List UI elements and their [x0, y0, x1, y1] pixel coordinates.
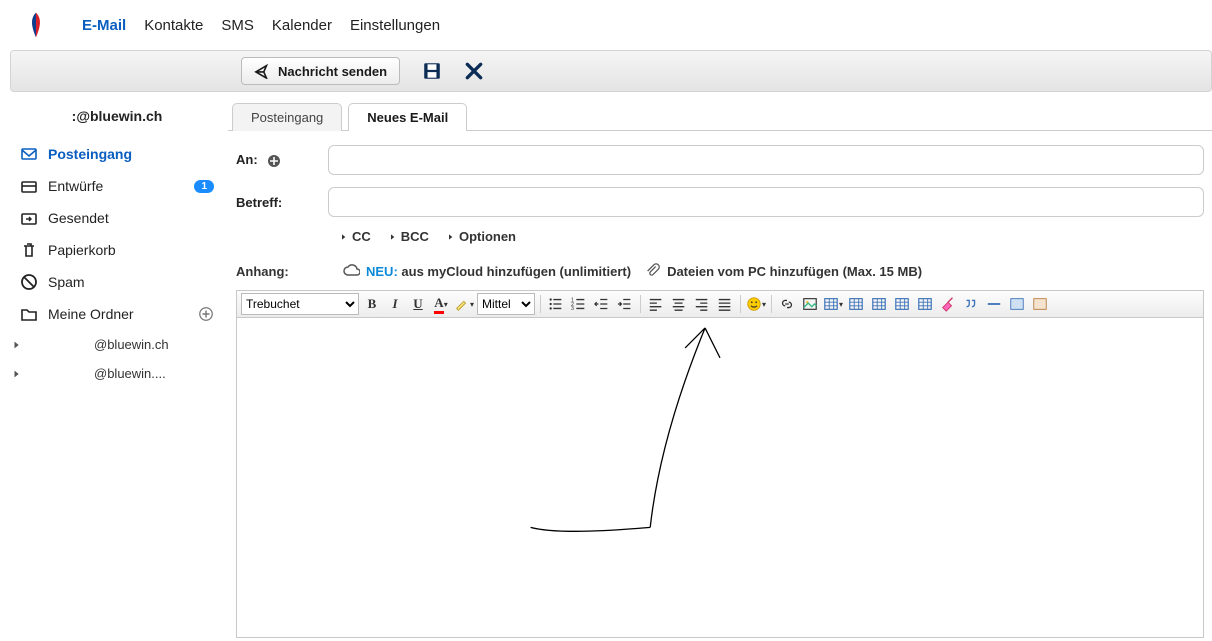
caret-right-icon: [12, 340, 22, 350]
sidebar-item-label: Spam: [48, 274, 85, 290]
top-nav: E-Mail Kontakte SMS Kalender Einstellung…: [0, 0, 1212, 50]
underline-button[interactable]: U: [408, 294, 428, 314]
font-size-select[interactable]: Mittel: [477, 293, 535, 315]
attachment-label: Anhang:: [236, 264, 328, 279]
sidebar-item-label: Posteingang: [48, 146, 132, 162]
caret-right-icon: [447, 233, 455, 241]
emoji-button[interactable]: ▾: [746, 294, 766, 314]
caret-right-icon: [340, 233, 348, 241]
hr-button[interactable]: [984, 294, 1004, 314]
template-button[interactable]: [1007, 294, 1027, 314]
align-justify-button[interactable]: [715, 294, 735, 314]
nav-sms[interactable]: SMS: [221, 17, 254, 34]
source-button[interactable]: [1030, 294, 1050, 314]
sidebar-subaccount-1[interactable]: @bluewin.ch: [12, 330, 218, 359]
editor-toolbar: Trebuchet B I U A▾ ▾ Mittel ▾: [236, 290, 1204, 318]
inbox-icon: [20, 145, 38, 163]
sidebar-item-trash[interactable]: Papierkorb: [16, 234, 218, 266]
highlighter-icon: [454, 296, 470, 312]
sidebar: :@bluewin.ch Posteingang Entwürfe 1 Gese…: [0, 92, 228, 638]
drafts-count-badge: 1: [194, 180, 214, 193]
annotation-scribble: [237, 318, 1203, 637]
sidebar-item-inbox[interactable]: Posteingang: [16, 138, 218, 170]
discard-button[interactable]: [464, 61, 484, 81]
sidebar-item-spam[interactable]: Spam: [16, 266, 218, 298]
tabs: Posteingang Neues E-Mail: [228, 102, 1212, 131]
subaccount-label: @bluewin....: [94, 366, 166, 381]
paperclip-icon: [645, 263, 661, 279]
sidebar-item-myfolders[interactable]: Meine Ordner: [16, 298, 218, 330]
to-label: An:: [236, 152, 328, 168]
cc-toggle[interactable]: CC: [340, 229, 371, 244]
main-area: Posteingang Neues E-Mail An: Betreff: CC…: [228, 92, 1212, 638]
font-family-select[interactable]: Trebuchet: [241, 293, 359, 315]
outdent-button[interactable]: [592, 294, 612, 314]
to-input[interactable]: [328, 145, 1204, 175]
caret-right-icon: [12, 369, 22, 379]
insert-image-button[interactable]: [800, 294, 820, 314]
sidebar-item-drafts[interactable]: Entwürfe 1: [16, 170, 218, 202]
folder-icon: [20, 305, 38, 323]
subaccount-label: @bluewin.ch: [94, 337, 169, 352]
sidebar-item-label: Gesendet: [48, 210, 109, 226]
options-toggle[interactable]: Optionen: [447, 229, 516, 244]
bullet-list-button[interactable]: [546, 294, 566, 314]
trash-icon: [20, 241, 38, 259]
caret-right-icon: [389, 233, 397, 241]
highlight-color-button[interactable]: ▾: [454, 294, 474, 314]
send-button-label: Nachricht senden: [278, 64, 387, 79]
compose-pane: An: Betreff: CC BCC Optionen Anhang: NEU…: [228, 131, 1212, 638]
swisscom-logo-icon: [22, 11, 50, 39]
text-color-button[interactable]: A▾: [431, 294, 451, 314]
spam-icon: [20, 273, 38, 291]
blockquote-button[interactable]: [961, 294, 981, 314]
remove-format-button[interactable]: [938, 294, 958, 314]
add-folder-button[interactable]: [198, 306, 214, 322]
indent-button[interactable]: [615, 294, 635, 314]
number-list-button[interactable]: [569, 294, 589, 314]
insert-col-button[interactable]: [869, 294, 889, 314]
align-center-button[interactable]: [669, 294, 689, 314]
redacted-name: [28, 367, 88, 381]
sidebar-item-label: Meine Ordner: [48, 306, 134, 322]
align-left-button[interactable]: [646, 294, 666, 314]
add-from-mycloud-button[interactable]: NEU: aus myCloud hinzufügen (unlimitiert…: [342, 262, 631, 280]
send-icon: [254, 63, 270, 79]
nav-contacts[interactable]: Kontakte: [144, 17, 203, 34]
sidebar-item-label: Papierkorb: [48, 242, 116, 258]
delete-row-button[interactable]: [892, 294, 912, 314]
save-draft-button[interactable]: [422, 61, 442, 81]
account-header: :@bluewin.ch: [16, 108, 218, 124]
italic-button[interactable]: I: [385, 294, 405, 314]
sent-icon: [20, 209, 38, 227]
sidebar-item-label: Entwürfe: [48, 178, 103, 194]
subject-label: Betreff:: [236, 195, 328, 210]
add-recipient-button[interactable]: [267, 154, 281, 168]
send-message-button[interactable]: Nachricht senden: [241, 57, 400, 85]
action-bar: Nachricht senden: [10, 50, 1212, 92]
insert-row-button[interactable]: [846, 294, 866, 314]
sidebar-item-sent[interactable]: Gesendet: [16, 202, 218, 234]
align-right-button[interactable]: [692, 294, 712, 314]
nav-calendar[interactable]: Kalender: [272, 17, 332, 34]
bcc-toggle[interactable]: BCC: [389, 229, 429, 244]
tab-new-email[interactable]: Neues E-Mail: [348, 103, 467, 131]
link-button[interactable]: [777, 294, 797, 314]
subject-input[interactable]: [328, 187, 1204, 217]
nav-email[interactable]: E-Mail: [82, 17, 126, 34]
drafts-icon: [20, 177, 38, 195]
insert-table-button[interactable]: ▾: [823, 294, 843, 314]
sidebar-subaccount-2[interactable]: @bluewin....: [12, 359, 218, 388]
nav-settings[interactable]: Einstellungen: [350, 17, 440, 34]
tab-inbox[interactable]: Posteingang: [232, 103, 342, 131]
editor-body[interactable]: [236, 318, 1204, 638]
add-from-pc-button[interactable]: Dateien vom PC hinzufügen (Max. 15 MB): [645, 263, 922, 279]
cloud-icon: [342, 262, 360, 280]
delete-col-button[interactable]: [915, 294, 935, 314]
redacted-name: [28, 338, 88, 352]
bold-button[interactable]: B: [362, 294, 382, 314]
